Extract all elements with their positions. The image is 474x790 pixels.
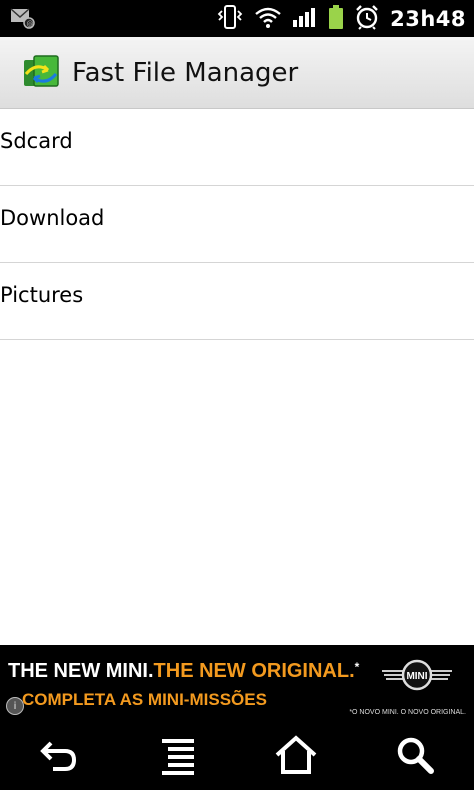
action-bar: Fast File Manager: [0, 37, 474, 109]
list-item-label: Download: [0, 206, 105, 230]
mini-brand-text: MINI: [406, 671, 427, 682]
app-logo-icon[interactable]: [22, 54, 60, 92]
ad-banner[interactable]: THE NEW MINI.THE NEW ORIGINAL.* COMPLETA…: [0, 645, 474, 719]
ad-fine-print: *O NOVO MINI. O NOVO ORIGINAL.: [349, 709, 466, 716]
battery-icon: [328, 4, 344, 34]
list-item-download[interactable]: Download: [0, 186, 474, 263]
wifi-icon: [254, 5, 282, 33]
ad-headline-white: THE NEW MINI.: [8, 660, 154, 682]
status-time: 23h48: [390, 6, 466, 31]
search-icon: [397, 737, 434, 774]
menu-button[interactable]: [148, 725, 208, 785]
list-item-label: Pictures: [0, 283, 84, 307]
ad-headline-mark: *: [354, 660, 360, 674]
signal-icon: [292, 6, 318, 32]
menu-icon: [161, 738, 194, 775]
search-button[interactable]: [385, 725, 445, 785]
navigation-bar: [0, 719, 474, 790]
mini-logo-icon: MINI: [382, 657, 452, 697]
ad-headline: THE NEW MINI.THE NEW ORIGINAL.*: [8, 660, 359, 683]
back-icon: [40, 741, 77, 771]
status-bar: @ 23h48: [0, 0, 474, 37]
ad-subline: COMPLETA AS MINI-MISSÕES: [22, 690, 267, 709]
svg-text:@: @: [27, 20, 34, 28]
app-title: Fast File Manager: [72, 57, 299, 88]
ad-headline-orange: THE NEW ORIGINAL.: [153, 660, 355, 682]
list-item-pictures[interactable]: Pictures: [0, 263, 474, 340]
home-icon: [275, 734, 317, 774]
folder-list: Sdcard Download Pictures: [0, 109, 474, 340]
home-button[interactable]: [266, 725, 326, 785]
list-item-sdcard[interactable]: Sdcard: [0, 109, 474, 186]
alarm-icon: [354, 4, 380, 34]
back-button[interactable]: [29, 725, 89, 785]
email-notification-icon: @: [10, 6, 36, 34]
list-item-label: Sdcard: [0, 129, 73, 153]
ad-info-icon[interactable]: i: [6, 697, 24, 715]
vibrate-icon: [216, 4, 244, 34]
